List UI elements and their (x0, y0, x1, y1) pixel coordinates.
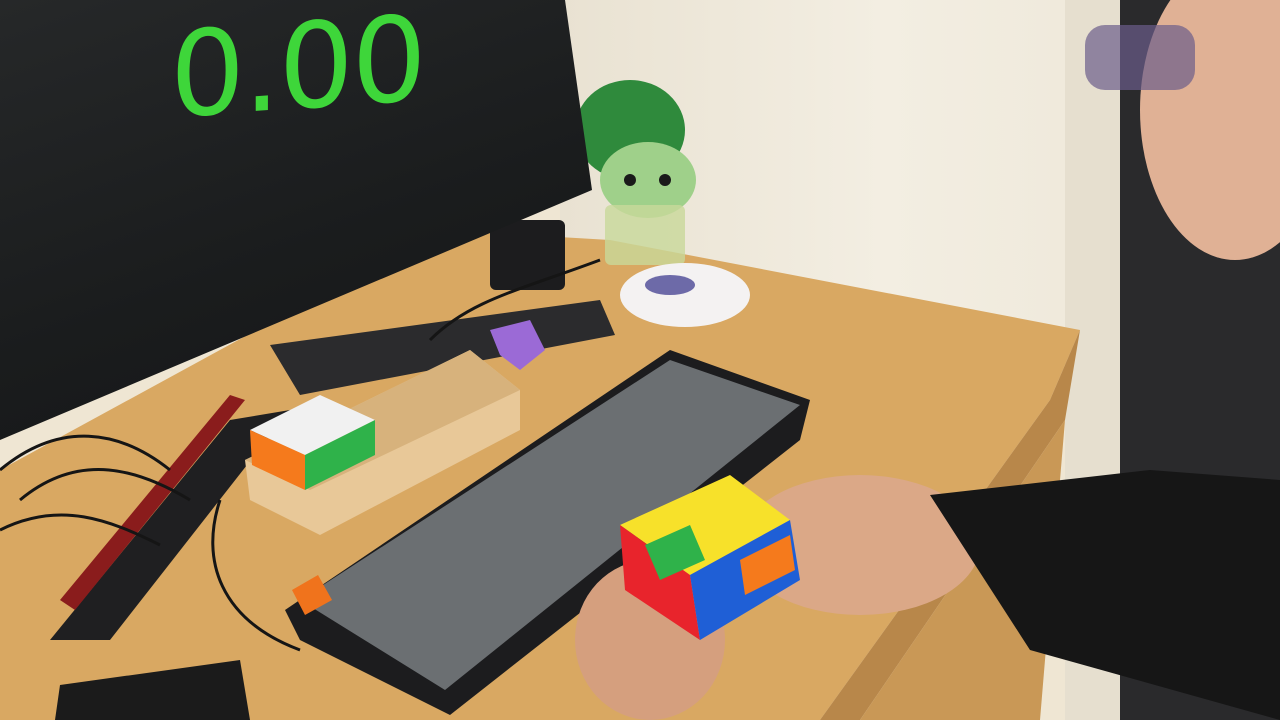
turtle-eye-left (624, 174, 636, 186)
speaker (490, 220, 565, 290)
mouse-highlight (645, 275, 695, 295)
timer-display: 0.00 (170, 0, 425, 145)
turtle-eye-right (659, 174, 671, 186)
cubing-setup-scene: 0.00 LG (0, 0, 1280, 720)
glasses (1085, 25, 1195, 90)
glass-jar (605, 205, 685, 265)
white-mouse (620, 263, 750, 327)
